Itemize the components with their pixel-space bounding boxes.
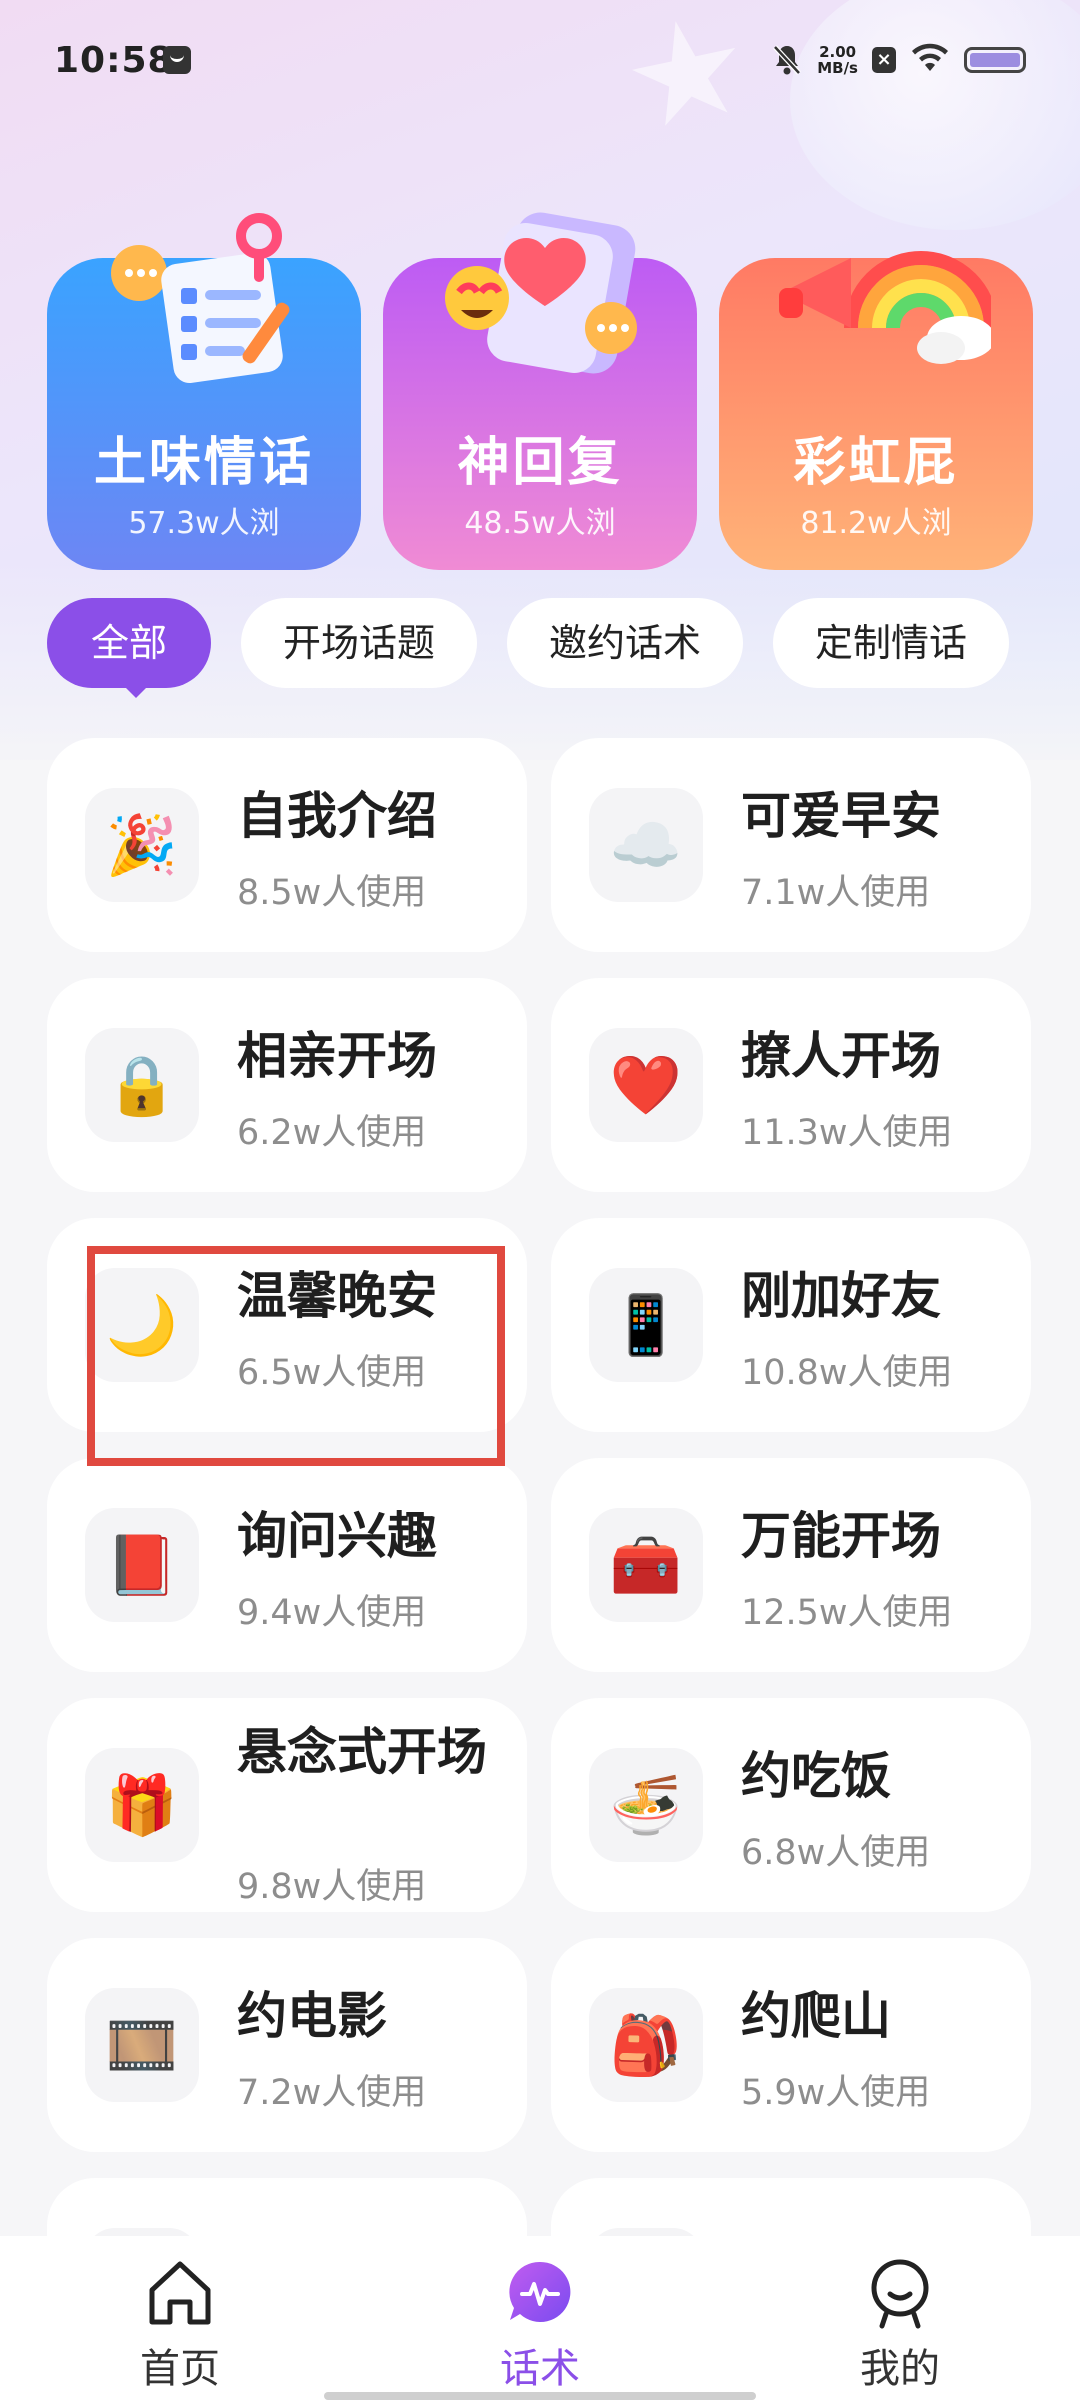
tab-all[interactable]: 全部 [47,598,212,688]
tile-hiking-invite[interactable]: 🎒 约爬山 5.9w人使用 [551,1938,1031,2152]
tab-invitation[interactable]: 邀约话术 [507,598,744,688]
bottom-nav: 首页 话术 我的 [0,2236,1080,2408]
tile-ask-interests[interactable]: 📕 询问兴趣 9.4w人使用 [47,1458,527,1672]
party-popper-icon: 🎉 [85,788,199,902]
tile-flirt-opening[interactable]: ❤️ 撩人开场 11.3w人使用 [551,978,1031,1192]
tile-title: 约爬山 [741,1987,891,2045]
heart-hands-icon: ❤️ [589,1028,703,1142]
feature-card-title: 彩虹屁 [793,433,959,493]
tile-usage: 6.8w人使用 [741,1833,931,1873]
tab-custom-love[interactable]: 定制情话 [773,598,1010,688]
heart-lock-icon: 🔒 [85,1028,199,1142]
tile-title: 撩人开场 [741,1027,941,1085]
feature-card-shenhuifu[interactable]: 神回复 48.5w人浏 [383,212,697,570]
nav-home-label: 首页 [140,2346,220,2392]
feature-card-title: 神回复 [457,433,623,493]
net-speed-value: 2.00 [819,43,857,61]
tile-title: 自我介绍 [237,787,437,845]
tile-dinner-invite[interactable]: 🍜 约吃饭 6.8w人使用 [551,1698,1031,1912]
tile-usage: 10.8w人使用 [741,1353,953,1393]
feature-card-tuwei[interactable]: 土味情话 57.3w人浏 [47,213,361,570]
backpack-icon: 🎒 [589,1988,703,2102]
heart-chat-icon [445,212,637,374]
nav-me[interactable]: 我的 [800,2254,1000,2394]
tile-movie-invite[interactable]: 🎞️ 约电影 7.2w人使用 [47,1938,527,2152]
feature-card-views: 81.2w人浏 [800,506,952,541]
tile-usage: 5.9w人使用 [741,2073,931,2113]
net-speed: 2.00 MB/s [817,44,858,76]
mute-bell-icon [771,43,803,77]
cloud-icon: ☁️ [589,788,703,902]
notification-app-icon [163,46,191,74]
feature-card-views: 57.3w人浏 [128,506,280,541]
tile-title: 约电影 [237,1987,387,2045]
tab-opening-topics[interactable]: 开场话题 [241,598,478,688]
tile-blind-date[interactable]: 🔒 相亲开场 6.2w人使用 [47,978,527,1192]
chat-wave-icon [509,2261,571,2322]
tile-suspense-opening[interactable]: 🎁 悬念式开场 9.8w人使用 [47,1698,527,1912]
home-icon [149,2261,211,2325]
tile-usage: 9.4w人使用 [237,1593,427,1633]
tile-usage: 11.3w人使用 [741,1113,953,1153]
status-icons: 2.00 MB/s × [771,40,1026,80]
category-tabs: 全部 开场话题 邀约话术 定制情话 [47,598,1047,688]
tile-title: 悬念式开场 [237,1723,487,1781]
home-indicator[interactable] [324,2392,756,2400]
tile-usage: 7.2w人使用 [237,2073,427,2113]
status-time: 10:58 [54,40,174,81]
tile-title: 可爱早安 [741,787,941,845]
status-bar: 10:58 2.00 MB/s × [0,0,1080,126]
nav-home[interactable]: 首页 [80,2254,280,2394]
tile-usage: 12.5w人使用 [741,1593,953,1633]
feature-card-caihongpi[interactable]: 彩虹屁 81.2w人浏 [719,251,1033,570]
close-notification-icon: × [872,47,896,73]
profile-icon [871,2259,929,2329]
checklist-icon [111,213,290,383]
noodle-bowl-icon: 🍜 [589,1748,703,1862]
tile-usage: 8.5w人使用 [237,873,427,913]
tile-title: 相亲开场 [237,1027,437,1085]
tile-title: 刚加好友 [741,1267,941,1325]
heart-chest-icon: 🧰 [589,1508,703,1622]
film-reel-icon: 🎞️ [85,1988,199,2102]
heart-book-icon: 📕 [85,1508,199,1622]
tile-self-intro[interactable]: 🎉 自我介绍 8.5w人使用 [47,738,527,952]
mystery-box-icon: 🎁 [85,1748,199,1862]
tile-new-friend[interactable]: 📱 刚加好友 10.8w人使用 [551,1218,1031,1432]
feature-card-views: 48.5w人浏 [464,506,616,541]
phone-icon: 📱 [589,1268,703,1382]
tile-usage: 9.8w人使用 [237,1867,427,1907]
nav-talk-label: 话术 [500,2346,580,2392]
active-tab-pointer [122,684,150,698]
tile-title: 约吃饭 [741,1747,891,1805]
battery-icon [964,47,1026,73]
tile-usage: 7.1w人使用 [741,873,931,913]
nav-me-label: 我的 [860,2346,940,2392]
wifi-icon [910,43,950,77]
nav-talk[interactable]: 话术 [440,2254,640,2394]
net-speed-unit: MB/s [817,59,858,77]
tile-title: 询问兴趣 [237,1507,437,1565]
tile-cute-morning[interactable]: ☁️ 可爱早安 7.1w人使用 [551,738,1031,952]
feature-card-title: 土味情话 [93,433,314,493]
tile-usage: 6.2w人使用 [237,1113,427,1153]
highlight-box [87,1246,505,1466]
tile-title: 万能开场 [741,1507,941,1565]
tile-universal-opening[interactable]: 🧰 万能开场 12.5w人使用 [551,1458,1031,1672]
rainbow-megaphone-icon [779,251,991,364]
